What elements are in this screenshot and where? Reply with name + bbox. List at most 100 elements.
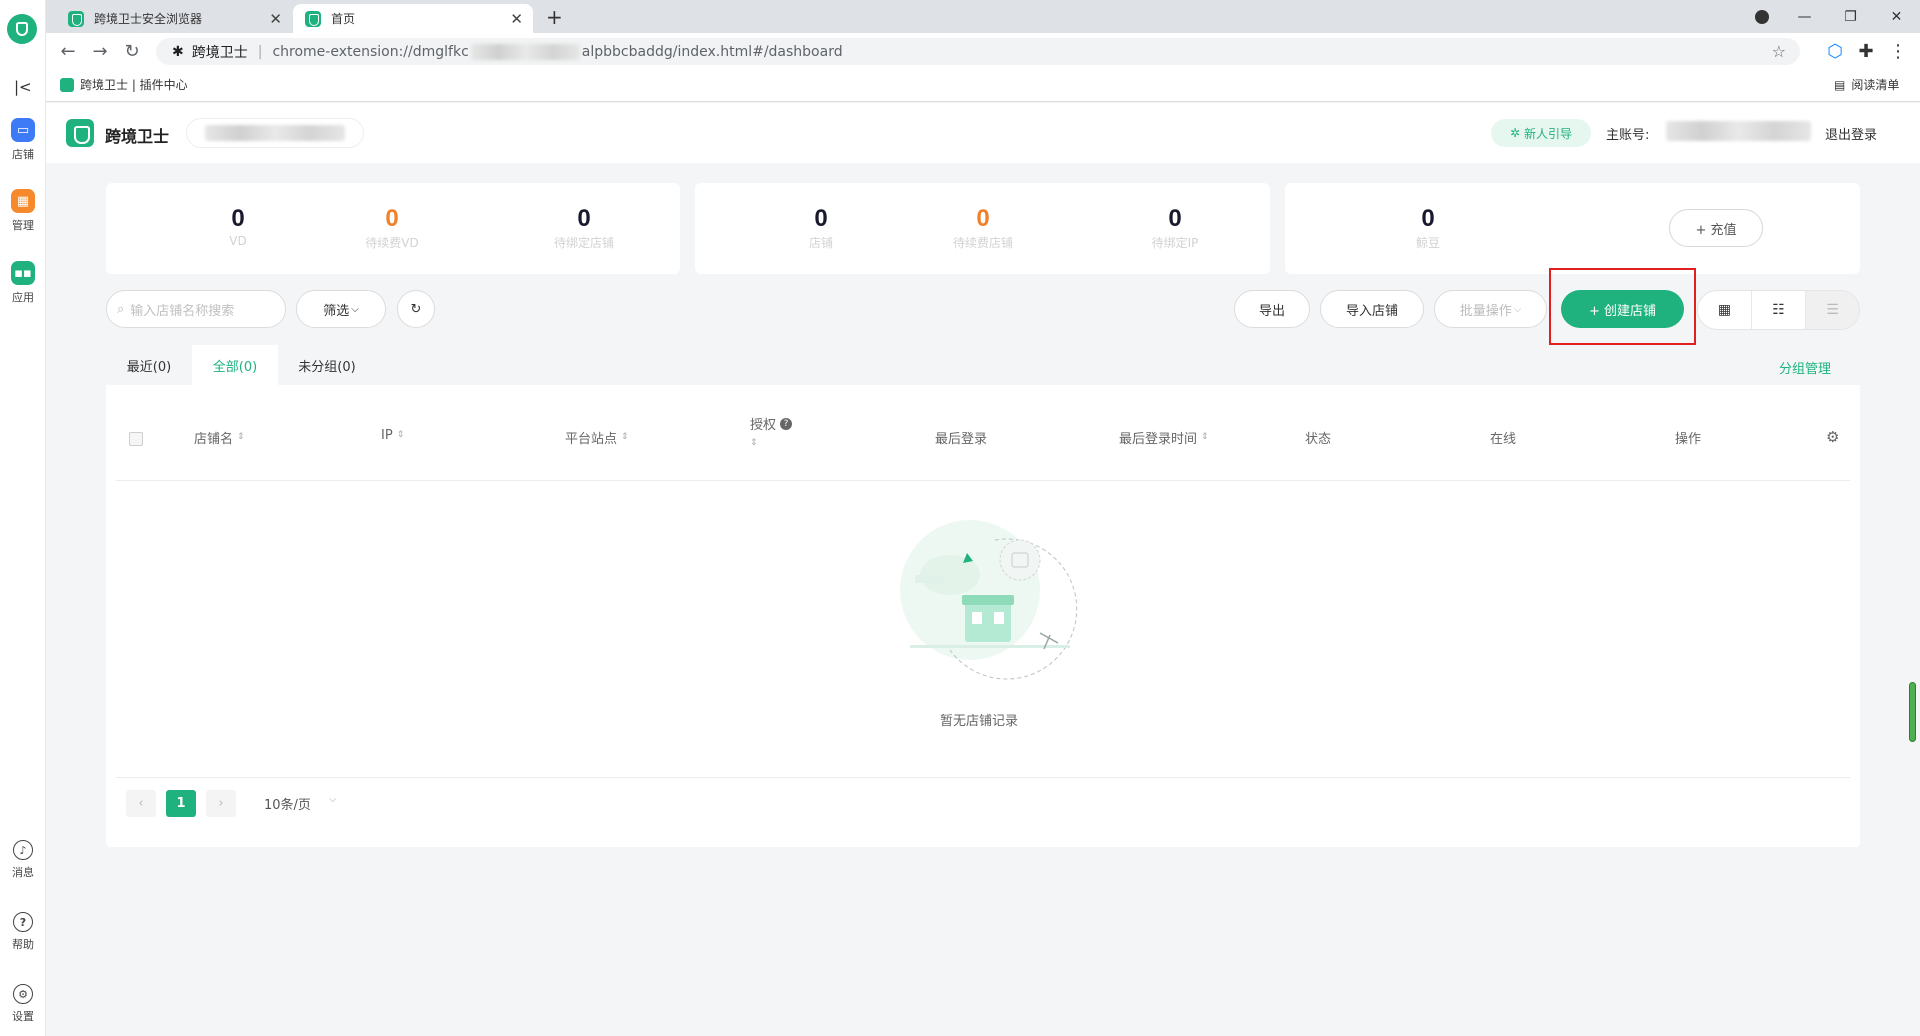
filter-label: 筛选 [323, 303, 350, 319]
refresh-button[interactable]: ↻ [397, 290, 435, 328]
tab-recent[interactable]: 最近(0) [113, 345, 185, 385]
main-account-redacted [1666, 121, 1811, 141]
rail-item-shops[interactable]: ▭ 店铺 [0, 118, 46, 162]
highlight-box [1549, 268, 1696, 345]
select-all-checkbox[interactable] [129, 432, 143, 446]
rail-item-settings[interactable]: ⚙ 设置 [0, 984, 46, 1024]
search-placeholder: 输入店铺名称搜索 [130, 303, 235, 319]
tab-title: 跨境卫士安全浏览器 [94, 12, 203, 26]
help-icon: ? [13, 912, 33, 932]
table-view-icon[interactable]: ☷ [1752, 291, 1806, 329]
tab-all[interactable]: 全部(0) [192, 345, 278, 385]
new-tab-button[interactable]: + [546, 5, 563, 29]
header-divider [116, 480, 1850, 481]
rail-item-help[interactable]: ? 帮助 [0, 912, 46, 952]
reload-icon[interactable]: ↻ [118, 38, 146, 65]
collapse-icon[interactable]: |< [14, 78, 32, 96]
close-icon[interactable]: ✕ [269, 10, 282, 28]
newbie-guide-button[interactable]: ✲ 新人引导 [1491, 119, 1591, 147]
col-shop-name[interactable]: 店铺名 ⇕ [194, 428, 245, 447]
import-shops-button[interactable]: 导入店铺 [1320, 290, 1424, 328]
group-management-link[interactable]: 分组管理 [1779, 358, 1831, 377]
restore-icon[interactable]: ❐ [1828, 0, 1873, 33]
filter-dropdown[interactable]: 筛选 ⌵ [296, 290, 386, 328]
col-label: 状态 [1305, 432, 1332, 447]
col-last-login: 最后登录 [935, 428, 987, 447]
tab-ungrouped[interactable]: 未分组(0) [286, 345, 368, 385]
stat-label: 待绑定店铺 [553, 236, 614, 250]
col-label: 操作 [1675, 432, 1702, 447]
page-number-button[interactable]: 1 [166, 790, 196, 817]
stat-value: 0 [1168, 205, 1182, 232]
recharge-button[interactable]: + 充值 [1669, 209, 1763, 247]
stat-label: VD [229, 234, 247, 248]
stats-card-beans: 0 鲸豆 [1285, 183, 1860, 274]
prev-page-button[interactable]: ‹ [126, 790, 156, 817]
col-label-wrap: 授权 ? [750, 414, 793, 433]
sort-icon: ⇕ [750, 438, 758, 448]
next-page-button[interactable]: › [206, 790, 236, 817]
rail-label: 店铺 [12, 148, 34, 161]
page-size-label: 10条/页 [264, 798, 311, 813]
stat-label: 鲸豆 [1415, 236, 1440, 250]
omnibox[interactable]: ✱ 跨境卫士 | chrome-extension://dmglfkc alpb… [156, 38, 1800, 65]
shop-icon: ▭ [11, 118, 35, 142]
export-button[interactable]: 导出 [1234, 290, 1310, 328]
footer-divider [116, 777, 1850, 778]
close-icon[interactable]: ✕ [510, 10, 523, 28]
refresh-icon: ↻ [410, 301, 422, 317]
reading-list[interactable]: ▤ 阅读清单 [1834, 76, 1899, 93]
minimize-icon[interactable]: — [1782, 0, 1827, 33]
rail-item-apps[interactable]: ▪▪ 应用 [0, 261, 46, 305]
user-selector[interactable] [186, 118, 364, 148]
sort-icon: ⇕ [621, 432, 629, 442]
gear-icon: ⚙ [13, 984, 33, 1004]
col-last-login-time[interactable]: 最后登录时间 ⇕ [1119, 428, 1209, 447]
brand-name: 跨境卫士 [105, 127, 170, 146]
url-part-a: chrome-extension://dmglfkc [272, 43, 469, 60]
col-ip[interactable]: IP ⇕ [381, 428, 404, 443]
url-site-name: 跨境卫士 [191, 44, 248, 61]
rail-item-manage[interactable]: ▦ 管理 [0, 189, 46, 233]
grid-view-icon[interactable]: ▦ [1698, 291, 1752, 329]
window-close-icon[interactable]: ✕ [1874, 0, 1919, 33]
logout-link[interactable]: 退出登录 [1825, 124, 1877, 143]
stat-vd-unbound: 0 待绑定店铺 [514, 207, 654, 251]
col-label: IP [381, 428, 393, 443]
menu-kebab-icon[interactable]: ⋮ [1884, 38, 1912, 65]
shield-icon [60, 77, 74, 92]
bell-icon: ♪ [13, 840, 33, 860]
col-authorization[interactable]: 授权 ? ⇕ [750, 414, 793, 448]
stat-value: 0 [385, 205, 399, 232]
column-settings-gear-icon[interactable]: ⚙ [1826, 428, 1839, 446]
help-circle-icon[interactable]: ? [780, 417, 793, 430]
back-icon[interactable]: ← [54, 38, 82, 65]
empty-state-text: 暂无店铺记录 [940, 714, 1019, 729]
forward-icon[interactable]: → [86, 38, 114, 65]
scrollbar-thumb[interactable] [1909, 682, 1916, 742]
browser-tab-2[interactable]: 首页 ✕ [293, 4, 533, 33]
extension-robot-icon[interactable]: ⬡ [1821, 38, 1849, 65]
stat-beans: 0 鲸豆 [1358, 207, 1498, 251]
shop-search-input[interactable]: ⌕ 输入店铺名称搜索 [106, 290, 286, 328]
bookmark-item[interactable]: 跨境卫士 | 插件中心 [60, 76, 188, 93]
page-size-select[interactable]: 10条/页 ⌵ [264, 794, 337, 813]
table-tabs-bar [106, 345, 1860, 385]
stat-label: 店铺 [808, 236, 833, 250]
bookmark-label: 跨境卫士 | 插件中心 [80, 78, 188, 92]
manage-icon: ▦ [11, 189, 35, 213]
list-view-icon[interactable]: ☰ [1806, 291, 1859, 329]
chevron-down-icon: ⌵ [1513, 303, 1522, 315]
batch-actions-dropdown[interactable]: 批量操作 ⌵ [1434, 290, 1547, 328]
rail-item-messages[interactable]: ♪ 消息 [0, 840, 46, 880]
bookmark-star-icon[interactable]: ☆ [1772, 42, 1786, 61]
extension-icon: ✱ [172, 43, 184, 60]
stat-shops-renew: 0 待续费店铺 [913, 207, 1053, 251]
col-platform-site[interactable]: 平台站点 ⇕ [565, 428, 629, 447]
profile-icon[interactable] [1739, 0, 1784, 33]
stat-value: 0 [1421, 205, 1435, 232]
browser-shield-logo [7, 14, 37, 44]
chevron-down-icon: ⌵ [351, 303, 359, 315]
extensions-puzzle-icon[interactable]: ✚ [1852, 38, 1880, 65]
browser-tab-1[interactable]: 跨境卫士安全浏览器 ✕ [56, 4, 292, 33]
